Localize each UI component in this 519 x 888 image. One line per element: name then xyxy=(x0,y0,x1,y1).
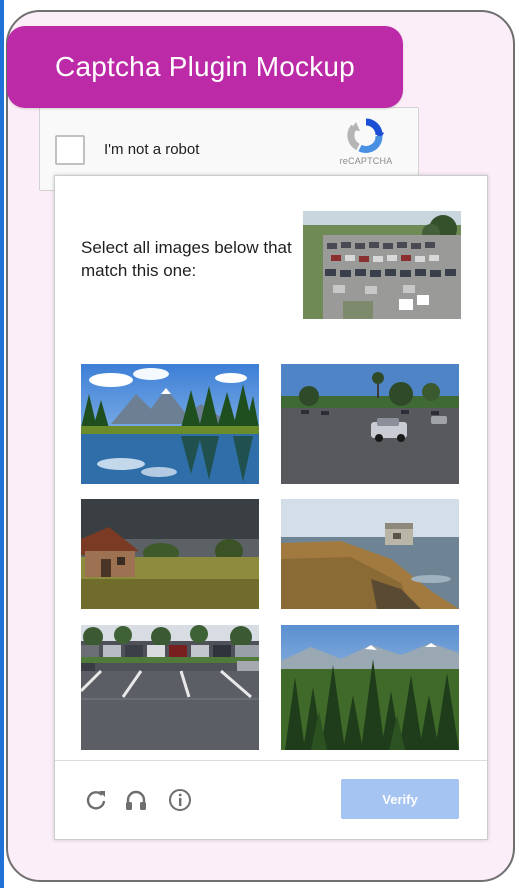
challenge-header: Select all images below that match this … xyxy=(55,176,487,346)
challenge-tile-5[interactable] xyxy=(81,625,259,750)
recaptcha-logo-icon xyxy=(347,118,384,153)
recaptcha-logo: reCAPTCHA xyxy=(330,118,402,166)
challenge-tile-2[interactable] xyxy=(281,364,459,484)
page-title: Captcha Plugin Mockup xyxy=(7,26,403,108)
robot-checkbox-label: I'm not a robot xyxy=(104,141,200,158)
info-icon[interactable] xyxy=(167,787,193,813)
footer-divider xyxy=(55,760,487,761)
challenge-tile-6[interactable] xyxy=(281,625,459,750)
reference-image xyxy=(303,211,461,319)
headphones-icon[interactable] xyxy=(123,787,149,813)
robot-checkbox[interactable] xyxy=(55,135,85,165)
reload-icon[interactable] xyxy=(83,787,109,813)
image-challenge-panel: Select all images below that match this … xyxy=(54,175,488,840)
challenge-tile-1[interactable] xyxy=(81,364,259,484)
left-accent-bar xyxy=(0,0,4,888)
challenge-tile-4[interactable] xyxy=(281,499,459,609)
challenge-tile-3[interactable] xyxy=(81,499,259,609)
recaptcha-brand-text: reCAPTCHA xyxy=(339,156,393,166)
challenge-instruction: Select all images below that match this … xyxy=(81,238,292,280)
verify-button[interactable]: Verify xyxy=(341,779,459,819)
